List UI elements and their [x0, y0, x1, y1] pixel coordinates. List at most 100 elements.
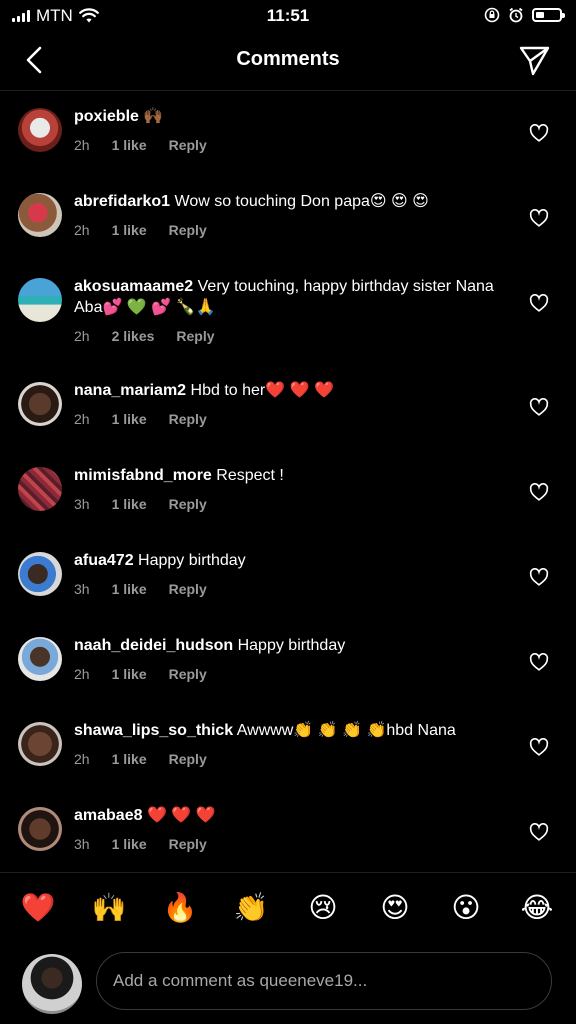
emoji-surprised[interactable]: 😮: [446, 891, 486, 925]
comment-likes[interactable]: 1 like: [112, 220, 147, 241]
comment-text: Happy birthday: [237, 637, 346, 654]
comment-item: naah_deidei_hudson Happy birthday 2h 1 l…: [0, 637, 576, 722]
comment-item: afua472 Happy birthday 3h 1 like Reply: [0, 552, 576, 637]
comment-meta: 2h 1 like Reply: [74, 409, 504, 430]
emoji-fire[interactable]: 🔥: [160, 891, 200, 925]
heart-outline-icon[interactable]: [528, 292, 550, 314]
comment-meta: 2h 1 like Reply: [74, 135, 504, 156]
comment-likes[interactable]: 2 likes: [112, 326, 155, 347]
comment-body: akosuamaame2 Very touching, happy birthd…: [74, 276, 504, 347]
reply-button[interactable]: Reply: [169, 834, 207, 855]
comment-username[interactable]: abrefidarko1: [74, 193, 170, 210]
comment-likes[interactable]: 1 like: [112, 749, 147, 770]
avatar[interactable]: [18, 552, 62, 596]
orientation-lock-icon: [484, 7, 500, 23]
comment-time: 3h: [74, 496, 90, 512]
comment-item: nana_mariam2 Hbd to her❤️ ❤️ ❤️ 2h 1 lik…: [0, 382, 576, 467]
comment-time: 3h: [74, 581, 90, 597]
emoji-laughing[interactable]: 😂: [517, 891, 557, 925]
comment-item: abrefidarko1 Wow so touching Don papa😍 😍…: [0, 193, 576, 278]
current-user-avatar[interactable]: [22, 954, 82, 1014]
avatar[interactable]: [18, 467, 62, 511]
comment-text: Awwww👏 👏 👏 👏hbd Nana: [236, 722, 456, 739]
reply-button[interactable]: Reply: [176, 326, 214, 347]
avatar[interactable]: [18, 722, 62, 766]
comment-username[interactable]: akosuamaame2: [74, 278, 193, 295]
comment-time: 2h: [74, 411, 90, 427]
comment-username[interactable]: nana_mariam2: [74, 382, 186, 399]
comment-body: mimisfabnd_more Respect ! 3h 1 like Repl…: [74, 465, 504, 515]
comment-time: 2h: [74, 328, 90, 344]
heart-outline-icon[interactable]: [528, 396, 550, 418]
reply-button[interactable]: Reply: [169, 749, 207, 770]
emoji-bar: ❤️ 🙌 🔥 👏 😢 😍 😮 😂: [0, 872, 576, 943]
reply-button[interactable]: Reply: [169, 494, 207, 515]
comment-username[interactable]: amabae8: [74, 807, 143, 824]
heart-outline-icon[interactable]: [528, 481, 550, 503]
comment-time: 2h: [74, 666, 90, 682]
reply-button[interactable]: Reply: [169, 579, 207, 600]
avatar[interactable]: [18, 637, 62, 681]
heart-outline-icon[interactable]: [528, 122, 550, 144]
comment-time: 2h: [74, 751, 90, 767]
comment-composer: [0, 944, 576, 1024]
send-icon: [519, 46, 550, 76]
heart-outline-icon[interactable]: [528, 736, 550, 758]
battery-icon: [532, 8, 565, 22]
avatar[interactable]: [18, 108, 62, 152]
heart-outline-icon[interactable]: [528, 566, 550, 588]
reply-button[interactable]: Reply: [169, 664, 207, 685]
comment-meta: 3h 1 like Reply: [74, 834, 504, 855]
page-title: Comments: [236, 48, 340, 70]
emoji-raised-hands[interactable]: 🙌: [89, 891, 129, 925]
header: Comments: [0, 36, 576, 88]
heart-outline-icon[interactable]: [528, 651, 550, 673]
comment-text: 🙌🏾: [143, 108, 164, 125]
share-button[interactable]: [516, 42, 552, 78]
emoji-heart[interactable]: ❤️: [18, 891, 58, 925]
comment-meta: 2h 2 likes Reply: [74, 326, 504, 347]
avatar[interactable]: [18, 278, 62, 322]
reply-button[interactable]: Reply: [169, 409, 207, 430]
comment-likes[interactable]: 1 like: [112, 409, 147, 430]
avatar[interactable]: [18, 193, 62, 237]
comment-input[interactable]: [96, 952, 552, 1010]
reply-button[interactable]: Reply: [169, 135, 207, 156]
emoji-clap[interactable]: 👏: [231, 891, 271, 925]
comment-body: amabae8 ❤️ ❤️ ❤️ 3h 1 like Reply: [74, 805, 504, 855]
comment-meta: 2h 1 like Reply: [74, 220, 504, 241]
comment-likes[interactable]: 1 like: [112, 664, 147, 685]
comment-username[interactable]: poxieble: [74, 108, 139, 125]
heart-outline-icon[interactable]: [528, 207, 550, 229]
comment-time: 2h: [74, 222, 90, 238]
comment-time: 3h: [74, 836, 90, 852]
comment-likes[interactable]: 1 like: [112, 579, 147, 600]
comment-username[interactable]: shawa_lips_so_thick: [74, 722, 233, 739]
avatar[interactable]: [18, 382, 62, 426]
comment-likes[interactable]: 1 like: [112, 135, 147, 156]
avatar[interactable]: [18, 807, 62, 851]
comment-item: akosuamaame2 Very touching, happy birthd…: [0, 278, 576, 382]
comment-time: 2h: [74, 137, 90, 153]
comment-likes[interactable]: 1 like: [112, 494, 147, 515]
comment-likes[interactable]: 1 like: [112, 834, 147, 855]
comment-item: mimisfabnd_more Respect ! 3h 1 like Repl…: [0, 467, 576, 552]
comment-username[interactable]: mimisfabnd_more: [74, 467, 212, 484]
header-divider: [0, 90, 576, 91]
comment-body: shawa_lips_so_thick Awwww👏 👏 👏 👏hbd Nana…: [74, 720, 504, 770]
emoji-crying[interactable]: 😢: [303, 891, 343, 925]
comment-text: Happy birthday: [138, 552, 246, 569]
status-right: [484, 7, 565, 23]
alarm-icon: [509, 7, 523, 23]
comment-item: poxieble 🙌🏾 2h 1 like Reply: [0, 108, 576, 193]
heart-outline-icon[interactable]: [528, 821, 550, 843]
emoji-heart-eyes[interactable]: 😍: [375, 891, 415, 925]
comment-username[interactable]: naah_deidei_hudson: [74, 637, 233, 654]
reply-button[interactable]: Reply: [169, 220, 207, 241]
comment-meta: 2h 1 like Reply: [74, 749, 504, 770]
status-bar: MTN 11:51: [0, 0, 576, 32]
comment-body: naah_deidei_hudson Happy birthday 2h 1 l…: [74, 635, 504, 685]
comment-username[interactable]: afua472: [74, 552, 134, 569]
comment-body: poxieble 🙌🏾 2h 1 like Reply: [74, 106, 504, 156]
comment-body: nana_mariam2 Hbd to her❤️ ❤️ ❤️ 2h 1 lik…: [74, 380, 504, 430]
